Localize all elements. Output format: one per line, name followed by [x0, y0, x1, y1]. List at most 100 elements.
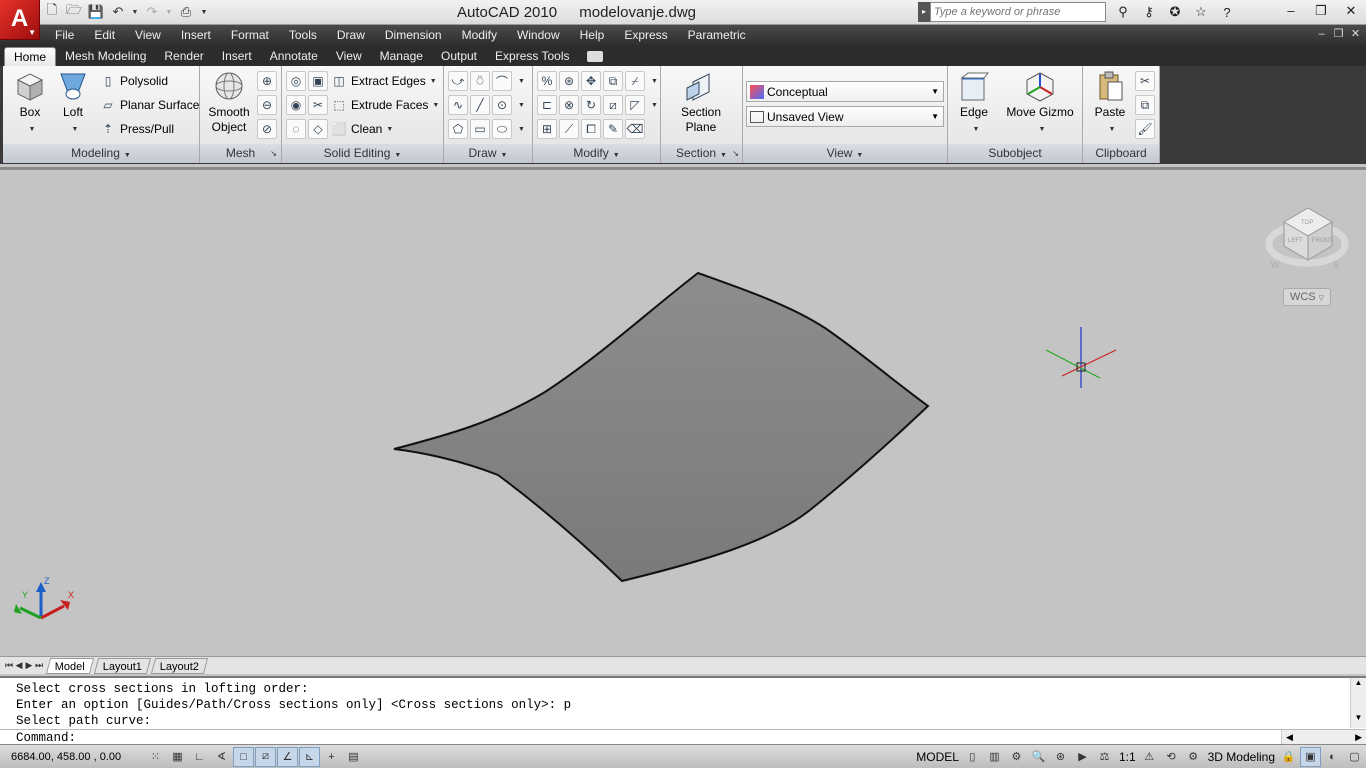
auto-scale-icon[interactable]: ⟲	[1161, 747, 1182, 767]
polygon-icon[interactable]: ⬠	[448, 119, 468, 139]
mesh-crease-icon[interactable]: ⊖	[257, 95, 277, 115]
wcs-menu-button[interactable]: WCS ▽	[1283, 288, 1331, 306]
3d-array-icon[interactable]: ⊗	[559, 95, 579, 115]
viewport-canvas[interactable]: TOP LEFT FRONT W S Z X Y	[0, 170, 1366, 656]
minimize-icon[interactable]: –	[1276, 0, 1306, 22]
snap-mode-icon[interactable]: ⁙	[145, 747, 166, 767]
menu-window[interactable]: Window	[507, 25, 570, 45]
viewcube[interactable]: TOP LEFT FRONT W S	[1265, 207, 1349, 270]
subscription-key-icon[interactable]: ⚷	[1138, 2, 1160, 22]
show-lineweight-icon[interactable]: ▤	[343, 747, 364, 767]
scroll-left-icon[interactable]: ◀	[1286, 732, 1293, 744]
model-space-toggle[interactable]: MODEL	[913, 750, 962, 764]
search-expand-icon[interactable]: ▸	[918, 2, 930, 22]
ribbon-minimize-icon[interactable]	[586, 51, 603, 62]
tab-output[interactable]: Output	[432, 47, 486, 66]
zoom-icon[interactable]: 🔍	[1028, 747, 1049, 767]
doc-restore-icon[interactable]: ❐	[1330, 25, 1347, 43]
stretch-icon[interactable]: ⟋	[559, 119, 579, 139]
extract-edges-icon[interactable]: ◫	[330, 72, 348, 90]
tab-render[interactable]: Render	[155, 47, 212, 66]
arc-dropdown-icon[interactable]: ▼	[518, 78, 525, 85]
menu-view[interactable]: View	[125, 25, 171, 45]
drawing-viewport[interactable]: TOP LEFT FRONT W S Z X Y WCS ▽	[0, 167, 1366, 656]
section-launcher-icon[interactable]: ↘	[732, 144, 739, 163]
undo-icon[interactable]: ↶	[108, 2, 128, 22]
scroll-right-icon[interactable]: ▶	[1355, 732, 1362, 744]
qat-customize-icon[interactable]: ▼	[198, 2, 210, 22]
scroll-down-icon[interactable]: ▼	[1351, 713, 1366, 722]
3d-move-icon[interactable]: ✥	[581, 71, 601, 91]
annotation-scale-value[interactable]: 1:1	[1116, 750, 1139, 764]
tab-manage[interactable]: Manage	[371, 47, 432, 66]
workspace-dropdown[interactable]: 3D Modeling	[1205, 750, 1278, 764]
box-button[interactable]: Box ▼	[9, 70, 51, 137]
extract-edges-label[interactable]: Extract Edges	[351, 74, 426, 88]
helix-icon[interactable]: ⍥	[470, 71, 490, 91]
loft-button[interactable]: Loft ▼	[53, 70, 93, 137]
menu-help[interactable]: Help	[570, 25, 615, 45]
panel-modeling-title[interactable]: Modeling ▼	[3, 144, 199, 163]
save-icon[interactable]: 💾	[86, 2, 106, 22]
mesh-launcher-icon[interactable]: ↘	[270, 144, 277, 163]
steering-wheel-icon[interactable]: ⚙	[1006, 747, 1027, 767]
last-layout-icon[interactable]: ⏭	[34, 660, 44, 671]
scale-icon[interactable]: %	[537, 71, 557, 91]
panel-mesh-title[interactable]: Mesh ↘	[200, 144, 281, 163]
menu-edit[interactable]: Edit	[84, 25, 125, 45]
circle-icon[interactable]: ⊙	[492, 95, 512, 115]
ortho-mode-icon[interactable]: ∟	[189, 747, 210, 767]
named-view-dropdown[interactable]: Unsaved View ▼	[746, 106, 944, 127]
copy-icon[interactable]: ⧠	[581, 119, 601, 139]
new-file-icon[interactable]: 🗋	[42, 2, 62, 22]
tab-view[interactable]: View	[327, 47, 371, 66]
menu-express[interactable]: Express	[614, 25, 677, 45]
polysolid-button[interactable]: ▯ Polysolid	[99, 71, 168, 91]
prev-layout-icon[interactable]: ◀	[14, 660, 24, 671]
3d-rotate-icon[interactable]: ⊛	[559, 71, 579, 91]
move-gizmo-button[interactable]: Move Gizmo ▼	[1002, 70, 1078, 137]
clean-screen-icon[interactable]: ▢	[1344, 747, 1365, 767]
annotation-scale-icon[interactable]: ⚖	[1094, 747, 1115, 767]
dynamic-input-icon[interactable]: +	[321, 747, 342, 767]
doc-minimize-icon[interactable]: –	[1313, 25, 1330, 43]
mesh-refine-icon[interactable]: ⊕	[257, 71, 277, 91]
copy-clip-icon[interactable]: ⧉	[1135, 95, 1155, 115]
line-icon[interactable]: ╱	[470, 95, 490, 115]
next-layout-icon[interactable]: ▶	[24, 660, 34, 671]
hardware-acceleration-icon[interactable]: ▣	[1300, 746, 1321, 767]
extrude-faces-label[interactable]: Extrude Faces	[351, 98, 428, 112]
ellipse-dropdown-icon[interactable]: ▼	[518, 126, 525, 133]
tab-annotate[interactable]: Annotate	[261, 47, 327, 66]
press-pull-button[interactable]: ⇡ Press/Pull	[99, 119, 174, 139]
clean-label[interactable]: Clean	[351, 122, 382, 136]
panel-section-title[interactable]: Section ▼ ↘	[661, 144, 742, 163]
extrude-faces-icon[interactable]: ⬚	[330, 96, 348, 114]
menu-dimension[interactable]: Dimension	[375, 25, 452, 45]
search-input[interactable]	[930, 2, 1106, 22]
quick-view-layouts-icon[interactable]: ▯	[962, 747, 983, 767]
menu-file[interactable]: File	[45, 25, 84, 45]
object-snap-tracking-icon[interactable]: ∠	[277, 746, 298, 767]
clean-dropdown-icon[interactable]: ▼	[386, 126, 393, 133]
isolate-objects-icon[interactable]: ◐	[1322, 747, 1343, 767]
panel-modify-title[interactable]: Modify ▼	[533, 144, 660, 163]
cut-icon[interactable]: ✂	[1135, 71, 1155, 91]
plot-icon[interactable]: ⎙	[176, 2, 196, 22]
subtract-icon[interactable]: ◉	[286, 95, 306, 115]
tab-insert[interactable]: Insert	[213, 47, 261, 66]
open-file-icon[interactable]: 🗁	[64, 2, 84, 22]
application-menu-button[interactable]: A ▼	[0, 0, 40, 40]
extract-edges-dropdown-icon[interactable]: ▼	[430, 78, 437, 85]
quick-view-drawings-icon[interactable]: ▥	[984, 747, 1005, 767]
coordinate-display[interactable]: 6684.00, 458.00 , 0.00	[0, 751, 145, 763]
visual-style-dropdown[interactable]: Conceptual ▼	[746, 81, 944, 102]
tab-mesh-modeling[interactable]: Mesh Modeling	[56, 47, 155, 66]
menu-format[interactable]: Format	[221, 25, 279, 45]
thicken-icon[interactable]: ◇	[308, 119, 328, 139]
pan-orbit-icon[interactable]: ⊛	[1050, 747, 1071, 767]
arc-icon[interactable]: ⌒	[492, 71, 512, 91]
toolbar-lock-icon[interactable]: 🔒	[1278, 747, 1299, 767]
intersect-icon[interactable]: ◌	[286, 119, 306, 139]
menu-insert[interactable]: Insert	[171, 25, 221, 45]
